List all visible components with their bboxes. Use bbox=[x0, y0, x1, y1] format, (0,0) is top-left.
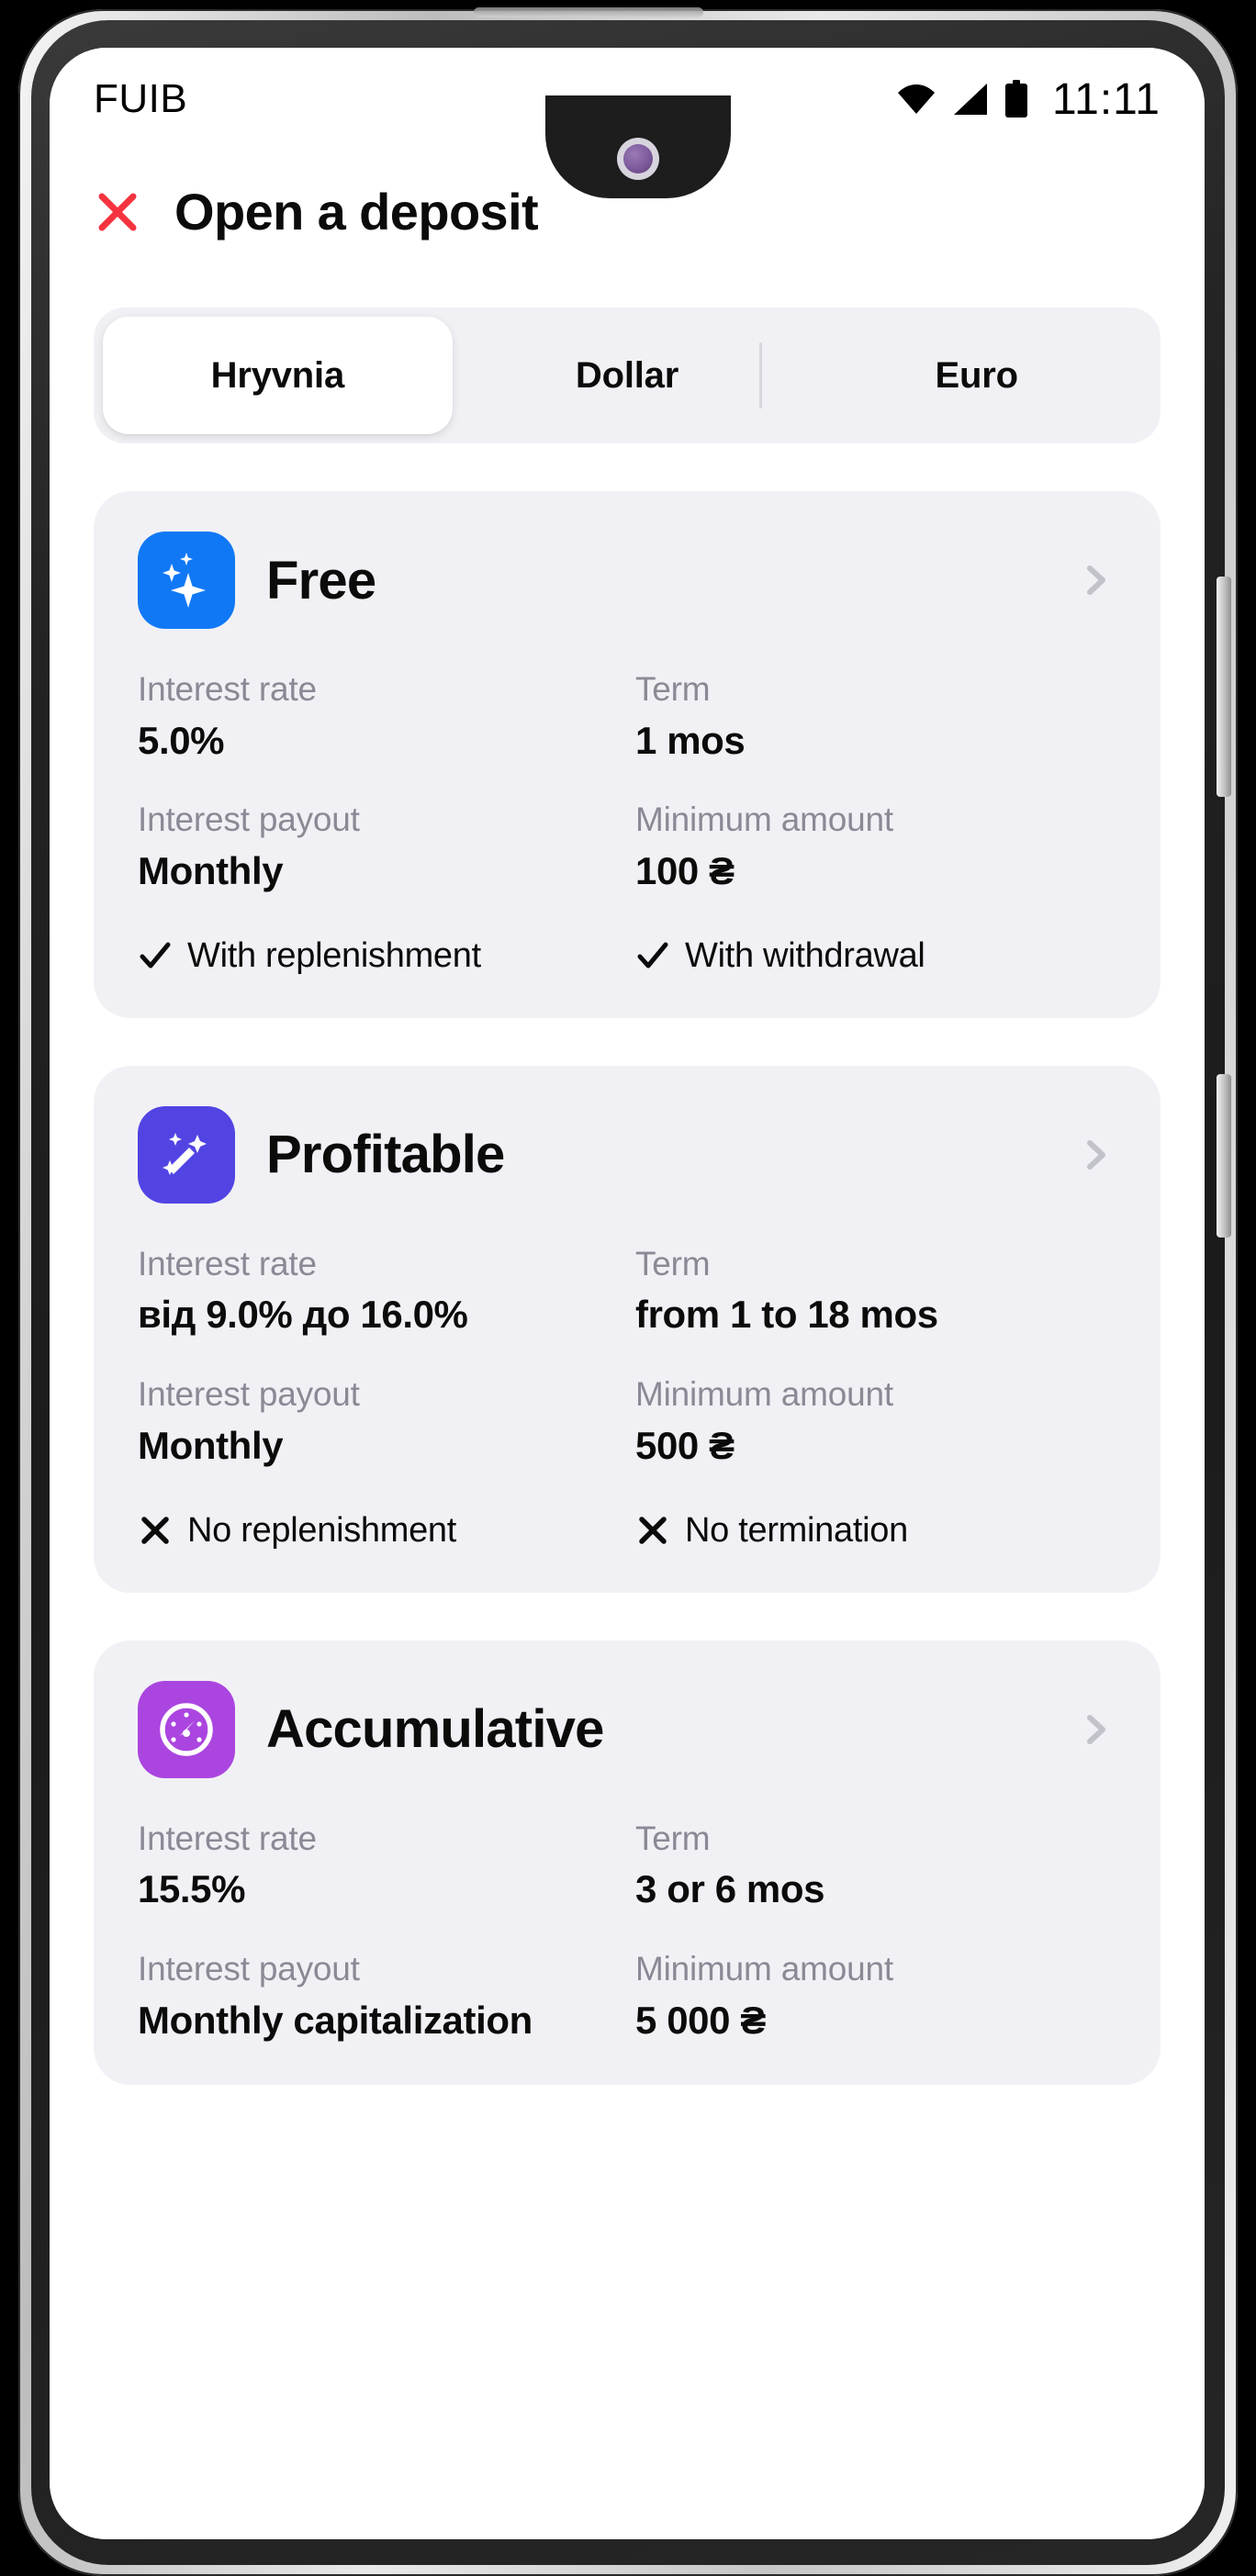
close-button[interactable] bbox=[94, 188, 141, 236]
field-interest-rate: Interest rate 15.5% bbox=[138, 1819, 619, 1912]
status-bar: FUIB 11:11 bbox=[50, 48, 1205, 151]
field-minimum-amount: Minimum amount 500 ₴ bbox=[635, 1374, 1116, 1468]
field-value: 15.5% bbox=[138, 1867, 246, 1911]
feature-item: No termination bbox=[635, 1511, 1116, 1551]
field-minimum-amount: Minimum amount 5 000 ₴ bbox=[635, 1949, 1116, 2043]
card-row-payout-min: Interest payout Monthly Minimum amount 1… bbox=[138, 800, 1116, 893]
card-title: Accumulative bbox=[266, 1699, 604, 1759]
power-button[interactable] bbox=[1217, 1074, 1231, 1238]
card-row-rate-term: Interest rate 15.5% Term 3 or 6 mos bbox=[138, 1819, 1116, 1912]
phone-screen: FUIB 11:11 Open a deposit Hryvnia Dollar… bbox=[50, 48, 1205, 2539]
card-row-rate-term: Interest rate 5.0% Term 1 mos bbox=[138, 669, 1116, 763]
feature-label: With replenishment bbox=[187, 935, 481, 975]
deposit-card-profitable[interactable]: Profitable Interest rate від 9.0% до 16.… bbox=[94, 1065, 1161, 1593]
chevron-right-icon[interactable] bbox=[1076, 1709, 1116, 1750]
cellular-signal-icon bbox=[952, 83, 989, 116]
field-interest-payout: Interest payout Monthly bbox=[138, 1374, 619, 1468]
field-value: 500 ₴ bbox=[635, 1423, 735, 1467]
check-icon bbox=[635, 938, 670, 973]
check-icon bbox=[138, 938, 173, 973]
field-label: Interest payout bbox=[138, 1375, 360, 1414]
battery-icon bbox=[1004, 80, 1028, 118]
card-features: With replenishment With withdrawal bbox=[138, 936, 1116, 976]
feature-label: No termination bbox=[685, 1510, 908, 1550]
feature-label: With withdrawal bbox=[685, 935, 925, 975]
status-icons: 11:11 bbox=[896, 74, 1161, 125]
field-term: Term 3 or 6 mos bbox=[635, 1819, 1116, 1912]
wifi-icon bbox=[896, 84, 936, 115]
field-label: Interest payout bbox=[138, 1949, 360, 1988]
carrier-label: FUIB bbox=[94, 76, 188, 121]
field-value: 5 000 ₴ bbox=[635, 1998, 766, 2042]
cross-icon bbox=[138, 1513, 173, 1548]
field-label: Interest rate bbox=[138, 1244, 317, 1282]
field-interest-rate: Interest rate 5.0% bbox=[138, 669, 619, 763]
field-value: from 1 to 18 mos bbox=[635, 1293, 938, 1337]
card-row-payout-min: Interest payout Monthly capitalization M… bbox=[138, 1949, 1116, 2043]
card-title: Free bbox=[266, 550, 376, 610]
card-row-rate-term: Interest rate від 9.0% до 16.0% Term fro… bbox=[138, 1244, 1116, 1338]
field-label: Minimum amount bbox=[635, 1375, 893, 1414]
field-value: 3 or 6 mos bbox=[635, 1867, 825, 1911]
feature-item: With replenishment bbox=[138, 936, 619, 976]
tab-divider bbox=[759, 342, 762, 409]
currency-tabs: Hryvnia Dollar Euro bbox=[94, 308, 1161, 443]
card-header: Free bbox=[138, 532, 1116, 629]
field-value: від 9.0% до 16.0% bbox=[138, 1293, 468, 1337]
field-value: 1 mos bbox=[635, 718, 746, 762]
card-header: Profitable bbox=[138, 1105, 1116, 1204]
field-label: Interest payout bbox=[138, 801, 360, 839]
tab-dollar[interactable]: Dollar bbox=[453, 317, 802, 434]
app-root: FUIB 11:11 Open a deposit Hryvnia Dollar… bbox=[50, 48, 1205, 2539]
earpiece-speaker bbox=[474, 7, 703, 17]
card-features: No replenishment No termination bbox=[138, 1511, 1116, 1551]
sparkles-icon bbox=[138, 532, 235, 629]
field-minimum-amount: Minimum amount 100 ₴ bbox=[635, 800, 1116, 893]
field-label: Term bbox=[635, 1244, 711, 1282]
feature-label: No replenishment bbox=[187, 1510, 457, 1550]
field-label: Interest rate bbox=[138, 670, 317, 708]
field-label: Term bbox=[635, 670, 711, 708]
field-label: Minimum amount bbox=[635, 1949, 893, 1988]
list-bottom-spacer bbox=[94, 2085, 1161, 2195]
tab-hryvnia[interactable]: Hryvnia bbox=[103, 317, 453, 434]
feature-item: With withdrawal bbox=[635, 936, 1116, 976]
field-interest-payout: Interest payout Monthly capitalization bbox=[138, 1949, 619, 2043]
deposit-card-free[interactable]: Free Interest rate 5.0% Term 1 mos Inter… bbox=[94, 491, 1161, 1018]
chevron-right-icon[interactable] bbox=[1076, 1135, 1116, 1175]
deposit-list[interactable]: Free Interest rate 5.0% Term 1 mos Inter… bbox=[50, 443, 1205, 2539]
magic-wand-icon bbox=[138, 1105, 235, 1204]
field-label: Minimum amount bbox=[635, 801, 893, 839]
clock-label: 11:11 bbox=[1052, 74, 1161, 124]
field-label: Term bbox=[635, 1819, 711, 1857]
tab-hryvnia-label: Hryvnia bbox=[210, 354, 345, 396]
card-title: Profitable bbox=[266, 1125, 505, 1185]
field-value: Monthly capitalization bbox=[138, 1998, 533, 2042]
feature-item: No replenishment bbox=[138, 1511, 619, 1551]
field-value: Monthly bbox=[138, 1423, 284, 1467]
field-term: Term 1 mos bbox=[635, 669, 1116, 763]
close-x-icon bbox=[98, 193, 137, 230]
tab-dollar-label: Dollar bbox=[575, 354, 679, 396]
field-term: Term from 1 to 18 mos bbox=[635, 1244, 1116, 1338]
tab-euro-label: Euro bbox=[935, 354, 1019, 396]
tab-euro[interactable]: Euro bbox=[802, 317, 1151, 434]
page-title: Open a deposit bbox=[174, 183, 539, 241]
cross-icon bbox=[635, 1513, 670, 1548]
field-value: Monthly bbox=[138, 849, 284, 893]
card-row-payout-min: Interest payout Monthly Minimum amount 5… bbox=[138, 1374, 1116, 1468]
card-header: Accumulative bbox=[138, 1680, 1116, 1778]
field-value: 5.0% bbox=[138, 718, 225, 762]
volume-button[interactable] bbox=[1217, 577, 1231, 797]
chevron-right-icon[interactable] bbox=[1076, 560, 1116, 600]
field-interest-rate: Interest rate від 9.0% до 16.0% bbox=[138, 1244, 619, 1338]
field-interest-payout: Interest payout Monthly bbox=[138, 800, 619, 893]
device-stage: FUIB 11:11 Open a deposit Hryvnia Dollar… bbox=[0, 0, 1256, 2576]
field-value: 100 ₴ bbox=[635, 849, 735, 893]
speedometer-icon bbox=[138, 1680, 235, 1778]
deposit-card-accumulative[interactable]: Accumulative Interest rate 15.5% Term 3 … bbox=[94, 1640, 1161, 2086]
field-label: Interest rate bbox=[138, 1819, 317, 1857]
